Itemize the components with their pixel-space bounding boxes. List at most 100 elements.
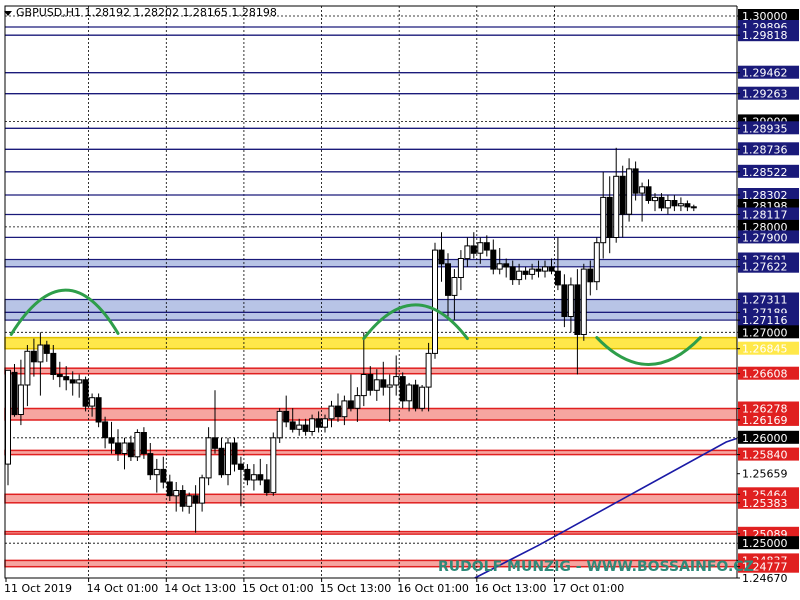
candle-64 bbox=[419, 385, 426, 412]
chart-title: GBPUSD,H1 1.28192 1.28202 1.28165 1.2819… bbox=[16, 6, 277, 19]
candle-body-bear bbox=[380, 379, 387, 388]
time-label-text: 11 Oct 2019 bbox=[4, 582, 72, 595]
candle-body-bear bbox=[535, 268, 542, 272]
time-label-text: 16 Oct 13:00 bbox=[475, 582, 547, 595]
price-label-7: 1.28736 bbox=[737, 142, 799, 156]
candle-body-bull bbox=[626, 168, 633, 215]
candle-body-bull bbox=[270, 437, 277, 494]
candle-body-bear bbox=[102, 421, 109, 439]
candle-body-bear bbox=[95, 397, 102, 423]
candle-body-bull bbox=[205, 437, 212, 479]
price-label-24: 1.26000 bbox=[737, 430, 799, 445]
candle-body-bull bbox=[24, 350, 31, 386]
price-label-2: 1.29818 bbox=[737, 28, 799, 42]
candle-body-bull bbox=[613, 175, 620, 239]
red-zone-2 bbox=[4, 449, 738, 456]
price-label-30: 1.25000 bbox=[737, 536, 799, 550]
candle-body-bear bbox=[561, 284, 568, 317]
candle-body-bear bbox=[140, 432, 147, 455]
candle-41 bbox=[270, 432, 277, 496]
candle-body-bear bbox=[470, 245, 477, 254]
price-label-text: 1.26169 bbox=[742, 414, 788, 427]
price-axis: 1.300001.298961.298181.294621.292631.290… bbox=[736, 0, 800, 585]
candle-body-bull bbox=[652, 196, 658, 202]
candle-body-bear bbox=[671, 200, 678, 207]
candle-body-bear bbox=[606, 196, 613, 238]
candle-body-bear bbox=[490, 249, 497, 270]
candle-body-bull bbox=[432, 249, 438, 354]
price-label-text: 1.29818 bbox=[742, 29, 788, 42]
candle-20 bbox=[134, 429, 141, 461]
candle-body-bull bbox=[328, 405, 335, 420]
candle-body-bull bbox=[451, 277, 458, 296]
price-label-16: 1.27311 bbox=[737, 292, 799, 307]
candle-body-bear bbox=[11, 371, 18, 416]
candle-body-bull bbox=[386, 384, 393, 388]
candle-body-bear bbox=[445, 263, 451, 296]
candle-body-bull bbox=[677, 203, 684, 207]
candle-body-bear bbox=[50, 352, 57, 375]
candle-body-bear bbox=[263, 479, 270, 494]
candle-body-bear bbox=[115, 442, 121, 454]
candle-body-bull bbox=[664, 200, 671, 209]
price-label-text: 1.25000 bbox=[742, 537, 788, 550]
candle-body-bull bbox=[393, 376, 400, 386]
candle-body-bull bbox=[225, 442, 231, 476]
candle-14 bbox=[95, 393, 102, 428]
candle-body-bear bbox=[166, 481, 173, 497]
candle-body-bull bbox=[89, 397, 96, 407]
candle-body-bear bbox=[548, 266, 555, 272]
time-label-text: 16 Oct 01:00 bbox=[397, 582, 469, 595]
yellow-zone bbox=[4, 336, 738, 350]
candle-body-bear bbox=[367, 374, 374, 391]
price-label-18: 1.27116 bbox=[737, 313, 799, 327]
red-zone-4 bbox=[4, 530, 738, 535]
price-label-text: 1.26000 bbox=[742, 432, 788, 445]
candle-body-bull bbox=[373, 379, 380, 391]
price-label-3: 1.29462 bbox=[737, 65, 799, 80]
price-label-23: 1.26169 bbox=[737, 412, 799, 427]
price-label-text: 1.25840 bbox=[742, 449, 788, 462]
candle-body-bull bbox=[250, 474, 257, 481]
candle-body-bull bbox=[425, 352, 432, 388]
candle-body-bull bbox=[639, 186, 646, 194]
candle-body-bull bbox=[580, 268, 587, 336]
candle-body-bear bbox=[192, 495, 199, 504]
candle-body-bull bbox=[309, 418, 316, 432]
candle-body-bear bbox=[30, 350, 37, 363]
price-label-19: 1.27000 bbox=[737, 325, 799, 339]
price-label-6: 1.28935 bbox=[737, 121, 799, 135]
candle-body-bear bbox=[509, 266, 516, 281]
candle-body-bear bbox=[438, 249, 445, 265]
candle-body-bull bbox=[360, 374, 367, 397]
price-label-28: 1.25383 bbox=[737, 495, 799, 510]
price-label-text: 1.27116 bbox=[742, 314, 788, 327]
candle-body-bear bbox=[503, 263, 510, 268]
price-label-4: 1.29263 bbox=[737, 86, 799, 101]
candle-body-bull bbox=[457, 258, 464, 278]
candle-body-bull bbox=[17, 384, 24, 415]
candle-body-bull bbox=[186, 495, 193, 507]
price-label-text: 1.28117 bbox=[742, 209, 788, 222]
candle-body-bull bbox=[542, 266, 548, 272]
candle-body-bear bbox=[63, 376, 70, 381]
red-zone-0 bbox=[4, 367, 738, 375]
candle-body-bear bbox=[179, 490, 186, 507]
price-label-text: 1.27900 bbox=[742, 231, 788, 244]
candle-91 bbox=[593, 237, 600, 291]
candle-body-bear bbox=[289, 421, 296, 430]
candle-body-bear bbox=[632, 168, 639, 194]
price-label-text: 1.25659 bbox=[742, 468, 788, 481]
candle-42 bbox=[276, 408, 283, 443]
candle-body-bear bbox=[212, 437, 218, 449]
red-zone-1 bbox=[4, 407, 738, 421]
price-label-text: 1.25383 bbox=[742, 497, 788, 510]
candle-body-bull bbox=[37, 344, 44, 363]
candle-body-bull bbox=[419, 386, 426, 409]
time-label-text: 15 Oct 01:00 bbox=[242, 582, 314, 595]
price-label-26: 1.25659 bbox=[737, 468, 788, 481]
candle-body-bear bbox=[658, 196, 665, 209]
price-label-25: 1.25840 bbox=[737, 447, 799, 462]
candle-body-bear bbox=[283, 410, 290, 423]
price-label-text: 1.28736 bbox=[742, 143, 788, 156]
